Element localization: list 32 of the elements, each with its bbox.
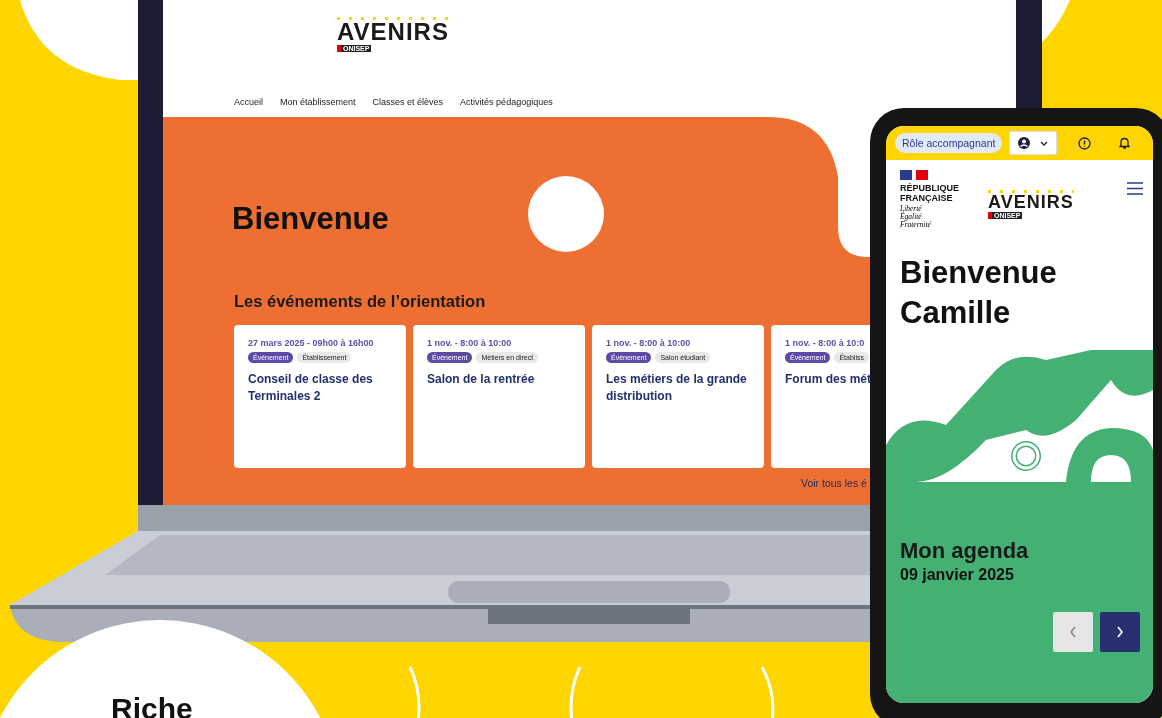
flag-icon	[900, 170, 928, 180]
agenda-title: Mon agenda	[900, 538, 1030, 564]
nav-link[interactable]: Activités pédagogiques	[460, 97, 553, 117]
arc-line	[569, 666, 582, 718]
welcome-heading: Bienvenue Camille	[900, 253, 1058, 332]
menu-icon[interactable]	[1127, 182, 1143, 195]
role-button[interactable]: Rôle accompagnant	[895, 133, 1003, 153]
arc-line	[760, 666, 775, 718]
event-title: Conseil de classe des Terminales 2	[248, 371, 374, 404]
section-heading: Les événements de l’orientation	[234, 292, 487, 311]
nav-link[interactable]: Mon établissement	[280, 97, 356, 117]
bell-icon[interactable]	[1118, 136, 1132, 150]
event-title: Salon de la rentrée	[427, 371, 536, 388]
user-icon	[1018, 137, 1031, 149]
event-title: Les métiers de la grande distribution	[606, 371, 748, 404]
event-date: 1 nov. - 8:00 à 10:00	[606, 338, 691, 348]
event-date: 1 nov. - 8:00 à 10:00	[427, 338, 512, 348]
nav-link[interactable]: Classes et élèves	[372, 97, 444, 117]
event-date: 27 mars 2025 - 09h00 à 16h00	[248, 338, 374, 348]
agenda-date: 09 janvier 2025	[900, 566, 1015, 584]
account-dropdown[interactable]	[1009, 131, 1058, 155]
info-icon[interactable]	[1078, 136, 1092, 150]
chevron-down-icon	[1040, 140, 1049, 146]
chevron-right-icon	[1116, 626, 1124, 638]
hero-title: Bienvenue	[232, 201, 389, 237]
arc-line	[408, 666, 421, 718]
event-date: 1 nov. - 8:00 à 10:0	[785, 338, 865, 348]
see-all-link[interactable]: Voir tous les é	[801, 477, 867, 489]
event-title: Forum des mét	[785, 371, 870, 388]
republic-label: RÉPUBLIQUE FRANÇAISE	[900, 183, 960, 203]
nav-link[interactable]: Accueil	[234, 97, 263, 117]
chevron-left-icon	[1069, 626, 1077, 638]
